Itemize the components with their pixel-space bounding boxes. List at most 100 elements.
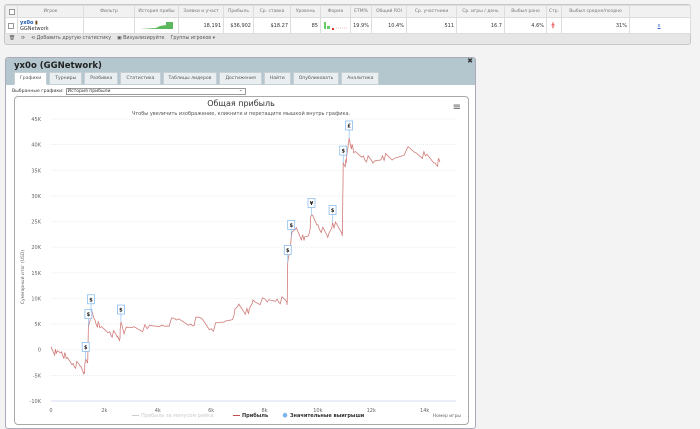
column-header[interactable]: Игрок (17, 5, 84, 18)
y-tick-label: 45K (31, 117, 41, 123)
tab-6[interactable]: Найти (263, 72, 291, 85)
column-header[interactable]: Уровень (290, 5, 321, 18)
y-tick-label: 0 (38, 348, 41, 354)
win-marker-symbol: ¥ (310, 201, 314, 207)
y-tick-label: 30K (31, 194, 41, 200)
visualize-button[interactable]: ▣ Визуализируйте (117, 36, 164, 41)
tab-2[interactable]: Разбивка (84, 72, 119, 85)
table-header: Игрок Фильтр История прибы Заявки и участ Пр… (5, 5, 691, 18)
win-marker-symbol: $ (87, 312, 91, 318)
chart-select-value: История прибыли (67, 89, 111, 94)
legend-wins-swatch (282, 412, 288, 418)
profit-value: $36,902 (223, 17, 254, 34)
panel-tabs: Графики Турниры Разбивка Статистика Таблицы … (14, 72, 380, 85)
profit-chart[interactable]: Общая прибыль Чтобы увеличить изображение… (14, 96, 469, 425)
roi-value: 10.4% (371, 17, 407, 34)
visualize-label: Визуализируйте (123, 36, 165, 41)
profit-history-sparkline (134, 17, 179, 34)
column-header[interactable]: Ср. игры / день (456, 5, 505, 18)
x-tick-label: 14k (420, 408, 429, 414)
win-marker-symbol: $ (286, 248, 290, 254)
win-marker-symbol: $ (84, 345, 88, 351)
y-tick-label: -10K (30, 399, 42, 405)
table-row: yx0o ▮ GGNetwork 18,191 $36,902 $18.27 85… (5, 17, 691, 34)
column-header[interactable]: Ср. участники (406, 5, 457, 18)
win-marker-symbol: £ (347, 123, 351, 129)
player-groups-dropdown[interactable]: Группы игроков ▾ (170, 36, 215, 41)
trash-icon[interactable]: 🗑 (9, 36, 15, 41)
player-stats-table: Игрок Фильтр История прибы Заявки и участ Пр… (4, 4, 691, 45)
table-toolbar: 🗑 ⟳ ⟲ Добавить другую статистику ▣ Визуа… (9, 36, 215, 41)
column-header[interactable]: Общий ROI (371, 5, 407, 18)
avg-stake-value: $18.27 (253, 17, 291, 34)
win-marker-symbol: $ (289, 223, 293, 229)
column-header[interactable]: Выбыл рано (504, 5, 547, 18)
x-tick-label: 2k (101, 408, 107, 414)
tab-7[interactable]: Опубликовать (292, 72, 340, 85)
column-header[interactable]: Стр. (546, 5, 562, 18)
games-per-day-value: 16.7 (456, 17, 505, 34)
profit-series-line (50, 137, 441, 375)
column-header[interactable]: Заявки и участ (178, 5, 224, 18)
column-header[interactable] (629, 5, 691, 18)
y-tick-label: -5K (33, 373, 42, 379)
y-tick-label: 25K (31, 220, 41, 226)
entries-value: 18,191 (178, 17, 224, 34)
chart-select[interactable]: История прибыли ⌄ (65, 88, 246, 95)
player-panel: yx0o (GGNetwork) ✖ Графики Турниры Разбивк… (5, 57, 476, 429)
avg-field-value: 511 (406, 17, 457, 34)
chart-title: Общая прибыль (207, 99, 275, 108)
tab-5[interactable]: Достижения (219, 72, 262, 85)
column-header[interactable]: Форма (320, 5, 351, 18)
column-header[interactable]: Прибыль (223, 5, 254, 18)
win-marker-symbol: $ (89, 297, 93, 303)
add-stat-label: Добавить другую статистику (36, 36, 112, 41)
tab-1[interactable]: Турниры (49, 72, 83, 85)
player-network: GGNetwork (20, 25, 49, 32)
tab-8[interactable]: Аналитика (341, 72, 380, 85)
level-value: 85 (290, 17, 321, 34)
chart-select-label: Выбранные графики: (12, 89, 64, 94)
menu-icon[interactable]: ≡ (453, 102, 461, 113)
x-tick-label: 12k (367, 408, 376, 414)
close-icon[interactable]: ✖ (467, 58, 473, 65)
column-header[interactable]: Выбыл средне/поздно (561, 5, 630, 18)
tab-3[interactable]: Статистика (120, 72, 161, 85)
column-header[interactable]: История прибы (134, 5, 179, 18)
filter-cell (83, 17, 135, 34)
tab-0[interactable]: Графики (14, 72, 48, 85)
select-all-checkbox[interactable] (5, 5, 18, 18)
panel-title: yx0o (GGNetwork) (14, 61, 102, 71)
tab-4[interactable]: Таблицы лидеров (162, 72, 218, 85)
panel-header: yx0o (GGNetwork) ✖ Графики Турниры Разбивк… (6, 58, 475, 85)
legend-profit: Прибыль (242, 412, 268, 419)
form-sparkline (320, 17, 351, 34)
y-tick-label: 20K (31, 245, 41, 251)
refresh-icon[interactable]: ⟳ (21, 36, 25, 41)
early-exit-value: 4.6% (504, 17, 547, 34)
y-tick-label: 10K (31, 296, 41, 302)
x-axis-label: Номер игры (433, 413, 462, 419)
x-tick-label: 0 (49, 408, 52, 414)
country-flag-icon: ╬ (546, 17, 562, 34)
remove-link[interactable]: x (658, 23, 661, 29)
y-tick-label: 40K (31, 143, 41, 149)
column-header[interactable]: Фильтр (83, 5, 135, 18)
legend-wins: Значительные выигрыши (290, 413, 365, 419)
y-tick-label: 35K (31, 168, 41, 174)
legend-rake: Прибыль за минусом рейка (141, 412, 213, 419)
chevron-down-icon: ⌄ (238, 88, 243, 93)
y-axis-label: Суммарный итог (USD) (19, 250, 26, 305)
etm-value: 19.9% (350, 17, 372, 34)
column-header[interactable]: Ср. ставка (253, 5, 291, 18)
row-checkbox[interactable] (5, 17, 18, 34)
y-tick-label: 5K (35, 322, 42, 328)
add-stat-button[interactable]: ⟲ Добавить другую статистику (31, 36, 111, 41)
win-marker-symbol: $ (331, 208, 335, 214)
y-tick-label: 15K (31, 271, 41, 277)
chart-svg[interactable]: Общая прибыль Чтобы увеличить изображение… (15, 97, 468, 424)
chart-selector: Выбранные графики: История прибыли ⌄ (12, 88, 246, 95)
column-header[interactable]: ЕТМ% (350, 5, 372, 18)
win-marker-symbol: $ (119, 308, 123, 314)
chart-subtitle: Чтобы увеличить изображение, кликните и … (132, 110, 351, 117)
